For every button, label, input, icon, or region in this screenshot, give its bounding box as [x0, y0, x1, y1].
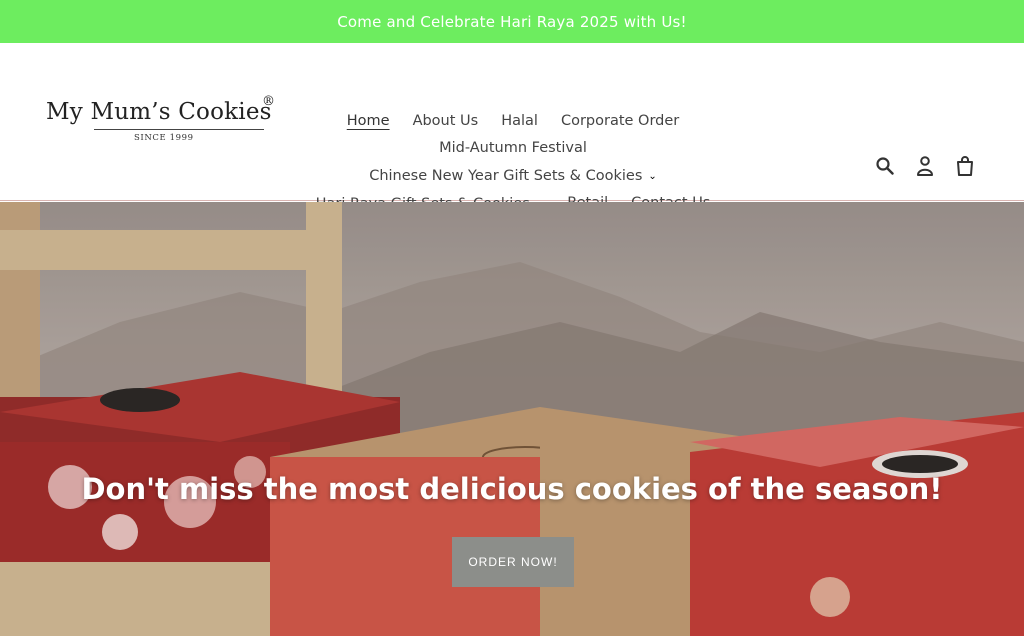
nav-corporate-order[interactable]: Corporate Order — [561, 111, 679, 131]
nav-mid-autumn-festival[interactable]: Mid-Autumn Festival — [439, 138, 587, 158]
hero-headline: Don't miss the most delicious cookies of… — [81, 472, 943, 506]
nav-halal[interactable]: Halal — [501, 111, 538, 131]
cart-icon[interactable] — [954, 155, 976, 177]
logo-tagline: SINCE 1999 — [134, 133, 194, 143]
nav-cny-gift-sets[interactable]: Chinese New Year Gift Sets & Cookies ⌄ — [369, 165, 657, 186]
order-now-button[interactable]: ORDER NOW! — [452, 537, 574, 587]
announcement-bar[interactable]: Come and Celebrate Hari Raya 2025 with U… — [0, 0, 1024, 43]
chevron-down-icon: ⌄ — [648, 171, 657, 182]
site-logo[interactable]: My Mum’s Cookies ® SINCE 1999 — [46, 94, 286, 149]
main-nav: Home About Us Halal Corporate Order Mid-… — [290, 111, 736, 214]
logo-registered-mark: ® — [262, 94, 275, 109]
header-icons — [874, 155, 976, 177]
search-icon[interactable] — [874, 155, 896, 177]
announcement-text: Come and Celebrate Hari Raya 2025 with U… — [337, 12, 687, 31]
logo-brand: My Mum’s Cookies — [46, 99, 272, 125]
hero-banner: Don't miss the most delicious cookies of… — [0, 202, 1024, 636]
logo-rule — [94, 129, 264, 130]
site-header: My Mum’s Cookies ® SINCE 1999 Home About… — [0, 43, 1024, 212]
nav-cny-gift-sets-label: Chinese New Year Gift Sets & Cookies — [369, 168, 643, 184]
nav-home[interactable]: Home — [347, 111, 390, 131]
nav-about-us[interactable]: About Us — [413, 111, 479, 131]
account-icon[interactable] — [914, 155, 936, 177]
